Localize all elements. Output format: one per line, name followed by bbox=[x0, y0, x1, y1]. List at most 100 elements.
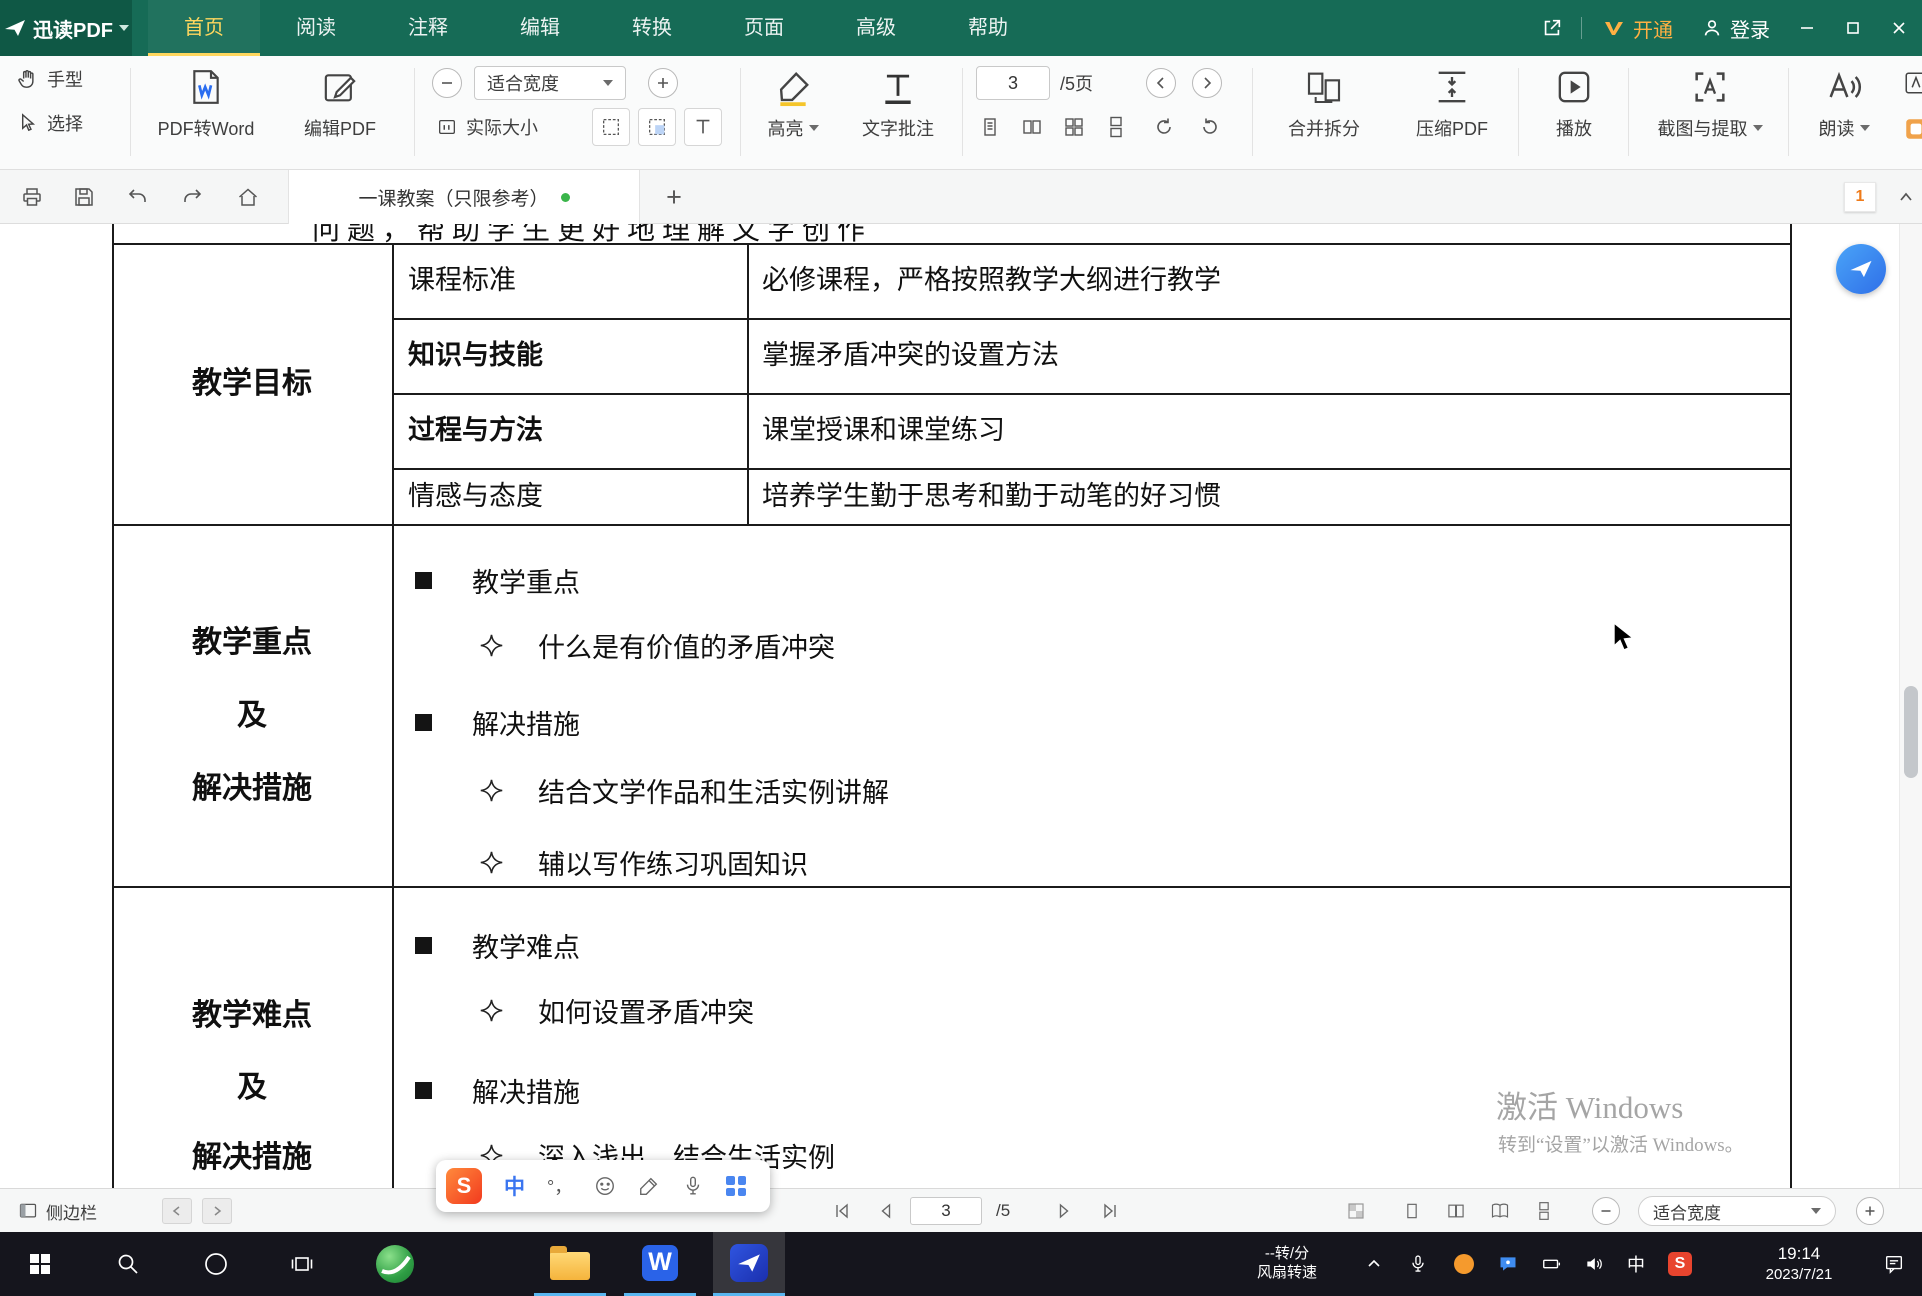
save-button[interactable] bbox=[62, 170, 106, 224]
action-center-button[interactable] bbox=[1870, 1232, 1918, 1296]
tray-volume-button[interactable] bbox=[1574, 1232, 1614, 1296]
redo-button[interactable] bbox=[170, 170, 214, 224]
start-button[interactable] bbox=[4, 1232, 76, 1296]
zoom-mode-dropdown[interactable]: 适合宽度 bbox=[474, 66, 626, 100]
crop-page-button[interactable] bbox=[592, 108, 630, 146]
menu-tab-page[interactable]: 页面 bbox=[708, 0, 820, 56]
compress-pdf-button[interactable]: 压缩PDF bbox=[1394, 60, 1510, 166]
close-button[interactable] bbox=[1876, 0, 1922, 56]
task-view-button[interactable] bbox=[266, 1232, 338, 1296]
ime-mode-toggle[interactable]: 中 bbox=[504, 1171, 525, 1201]
taskbar-app-xundu-pdf[interactable] bbox=[713, 1232, 785, 1296]
voice-input-icon[interactable] bbox=[682, 1175, 704, 1197]
actual-size-button[interactable]: 实际大小 bbox=[436, 114, 538, 140]
page-thumbnail-badge[interactable]: 1 bbox=[1844, 182, 1876, 212]
ime-toolbox-icon[interactable] bbox=[726, 1176, 746, 1196]
clipped-tool-button[interactable] bbox=[1898, 110, 1922, 148]
tray-expand-button[interactable] bbox=[1356, 1232, 1392, 1296]
tray-ime-indicator[interactable]: 中 bbox=[1616, 1232, 1656, 1296]
collapse-toolbar-button[interactable] bbox=[1884, 170, 1922, 224]
zoom-in-button[interactable] bbox=[1856, 1197, 1884, 1225]
sogou-logo-icon[interactable]: S bbox=[446, 1168, 482, 1204]
login-button[interactable]: 登录 bbox=[1701, 14, 1770, 43]
screenshot-extract-button[interactable]: 截图与提取 bbox=[1640, 60, 1780, 166]
hand-tool-button[interactable]: 手型 bbox=[16, 66, 83, 92]
play-button[interactable]: 播放 bbox=[1528, 60, 1620, 166]
taskbar-search-button[interactable] bbox=[92, 1232, 164, 1296]
sidebar-toggle-button[interactable]: 侧边栏 bbox=[18, 1189, 97, 1233]
menu-tab-edit[interactable]: 编辑 bbox=[484, 0, 596, 56]
two-page-layout-button[interactable] bbox=[1436, 1189, 1476, 1233]
select-area-button[interactable] bbox=[638, 108, 676, 146]
new-tab-button[interactable]: + bbox=[652, 170, 696, 224]
background-toggle-button[interactable] bbox=[1336, 1189, 1376, 1233]
previous-page-button[interactable] bbox=[866, 1189, 906, 1233]
rotate-clockwise-button[interactable] bbox=[1146, 108, 1182, 146]
menu-tab-help[interactable]: 帮助 bbox=[932, 0, 1044, 56]
float-assistant-button[interactable] bbox=[1836, 244, 1886, 294]
tray-microphone-button[interactable] bbox=[1398, 1232, 1438, 1296]
share-button[interactable] bbox=[1529, 0, 1575, 56]
taskbar-app-browser[interactable] bbox=[359, 1232, 431, 1296]
pdf-page-view[interactable]: 问题，帮助学生更好地理解文字创作 教学目标 课程标准 必修课程，严格按照教学大纲… bbox=[0, 224, 1922, 1188]
merge-split-icon bbox=[1304, 60, 1344, 110]
highlight-button[interactable]: 高亮 bbox=[748, 60, 838, 166]
minimize-button[interactable] bbox=[1784, 0, 1830, 56]
clipped-tool-button[interactable] bbox=[1898, 64, 1922, 102]
next-page-button[interactable] bbox=[1044, 1189, 1084, 1233]
zoom-in-button[interactable] bbox=[648, 68, 678, 98]
menu-tab-read[interactable]: 阅读 bbox=[260, 0, 372, 56]
pdf-to-word-button[interactable]: PDF转Word bbox=[138, 60, 274, 166]
scrollbar-thumb[interactable] bbox=[1904, 686, 1918, 778]
vip-open-button[interactable]: 开通 bbox=[1602, 14, 1673, 43]
first-page-button[interactable] bbox=[822, 1189, 862, 1233]
last-page-button[interactable] bbox=[1090, 1189, 1130, 1233]
fit-width-dropdown[interactable]: 适合宽度 bbox=[1638, 1196, 1836, 1226]
book-layout-button[interactable] bbox=[1480, 1189, 1520, 1233]
taskbar-app-explorer[interactable] bbox=[534, 1232, 606, 1296]
tray-app-button[interactable] bbox=[1444, 1232, 1484, 1296]
menu-tab-convert[interactable]: 转换 bbox=[596, 0, 708, 56]
document-tab[interactable]: 一课教案（只限参考） bbox=[288, 170, 640, 224]
undo-button[interactable] bbox=[116, 170, 160, 224]
grid-view-button[interactable] bbox=[1056, 108, 1092, 146]
rotate-counterclockwise-button[interactable] bbox=[1192, 108, 1228, 146]
select-text-button[interactable] bbox=[684, 108, 722, 146]
edit-pdf-button[interactable]: 编辑PDF bbox=[282, 60, 398, 166]
ime-toolbar[interactable]: S 中 °， bbox=[436, 1160, 770, 1212]
menu-tab-annotate[interactable]: 注释 bbox=[372, 0, 484, 56]
read-aloud-button[interactable]: 朗读 bbox=[1798, 60, 1890, 166]
maximize-button[interactable] bbox=[1830, 0, 1876, 56]
home-button[interactable] bbox=[226, 170, 270, 224]
statusbar-page-input[interactable] bbox=[910, 1197, 982, 1225]
skin-brush-icon[interactable] bbox=[638, 1175, 660, 1197]
taskbar-clock[interactable]: 19:14 2023/7/21 bbox=[1736, 1232, 1862, 1296]
continuous-view-button[interactable] bbox=[1098, 108, 1134, 146]
scroll-layout-button[interactable] bbox=[1524, 1189, 1564, 1233]
menu-tab-home[interactable]: 首页 bbox=[148, 0, 260, 56]
tray-sogou-button[interactable]: S bbox=[1658, 1232, 1702, 1296]
cortana-button[interactable] bbox=[180, 1232, 252, 1296]
vertical-scrollbar[interactable] bbox=[1899, 224, 1922, 1188]
app-logo[interactable]: 迅读PDF bbox=[0, 0, 132, 56]
next-page-button[interactable] bbox=[1192, 68, 1222, 98]
previous-page-button[interactable] bbox=[1146, 68, 1176, 98]
ime-punctuation-toggle[interactable]: °， bbox=[547, 1173, 572, 1199]
menu-tab-advanced[interactable]: 高级 bbox=[820, 0, 932, 56]
tray-battery-button[interactable] bbox=[1532, 1232, 1572, 1296]
two-page-view-button[interactable] bbox=[1014, 108, 1050, 146]
select-tool-button[interactable]: 选择 bbox=[16, 110, 83, 136]
single-page-view-button[interactable] bbox=[972, 108, 1008, 146]
taskbar-app-wps[interactable]: W bbox=[624, 1232, 696, 1296]
merge-split-button[interactable]: 合并拆分 bbox=[1262, 60, 1386, 166]
page-number-input[interactable] bbox=[976, 66, 1050, 100]
previous-view-button[interactable] bbox=[162, 1198, 192, 1224]
zoom-out-button[interactable] bbox=[1592, 1197, 1620, 1225]
print-button[interactable] bbox=[10, 170, 54, 224]
tray-messenger-button[interactable] bbox=[1488, 1232, 1528, 1296]
next-view-button[interactable] bbox=[202, 1198, 232, 1224]
emoji-icon[interactable] bbox=[594, 1175, 616, 1197]
zoom-out-button[interactable] bbox=[432, 68, 462, 98]
text-annotation-button[interactable]: 文字批注 bbox=[846, 60, 950, 166]
single-page-layout-button[interactable] bbox=[1392, 1189, 1432, 1233]
